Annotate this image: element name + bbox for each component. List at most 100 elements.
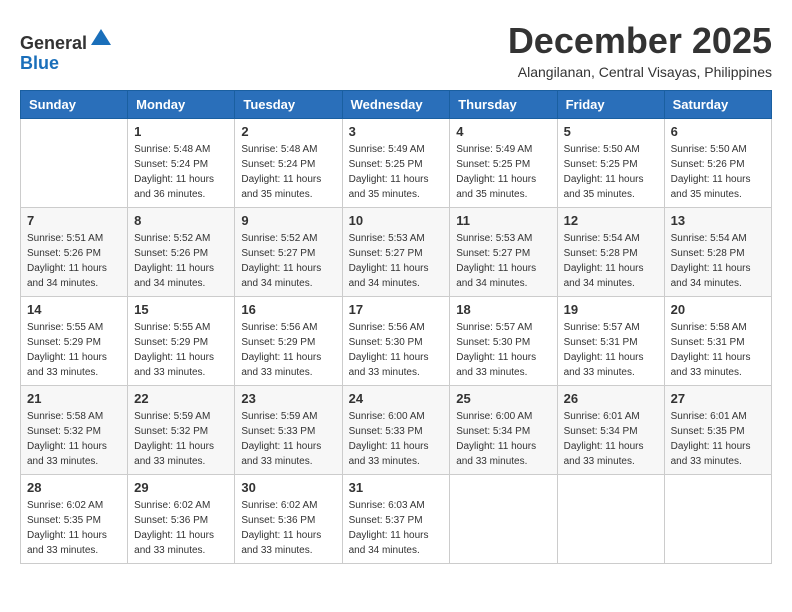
day-cell: 31 Sunrise: 6:03 AMSunset: 5:37 PMDaylig… — [342, 475, 450, 564]
week-row-1: 1 Sunrise: 5:48 AMSunset: 5:24 PMDayligh… — [21, 119, 772, 208]
day-info: Sunrise: 5:48 AMSunset: 5:24 PMDaylight:… — [241, 142, 335, 202]
day-number: 12 — [564, 213, 658, 228]
day-cell: 4 Sunrise: 5:49 AMSunset: 5:25 PMDayligh… — [450, 119, 557, 208]
day-info: Sunrise: 5:56 AMSunset: 5:30 PMDaylight:… — [349, 320, 444, 380]
day-info: Sunrise: 5:58 AMSunset: 5:31 PMDaylight:… — [671, 320, 765, 380]
day-cell: 16 Sunrise: 5:56 AMSunset: 5:29 PMDaylig… — [235, 297, 342, 386]
col-sunday: Sunday — [21, 91, 128, 119]
day-cell: 18 Sunrise: 5:57 AMSunset: 5:30 PMDaylig… — [450, 297, 557, 386]
day-number: 13 — [671, 213, 765, 228]
day-number: 27 — [671, 391, 765, 406]
day-cell: 17 Sunrise: 5:56 AMSunset: 5:30 PMDaylig… — [342, 297, 450, 386]
day-cell: 23 Sunrise: 5:59 AMSunset: 5:33 PMDaylig… — [235, 386, 342, 475]
day-info: Sunrise: 5:50 AMSunset: 5:26 PMDaylight:… — [671, 142, 765, 202]
day-number: 7 — [27, 213, 121, 228]
day-info: Sunrise: 5:57 AMSunset: 5:30 PMDaylight:… — [456, 320, 550, 380]
day-cell: 22 Sunrise: 5:59 AMSunset: 5:32 PMDaylig… — [128, 386, 235, 475]
header-row: Sunday Monday Tuesday Wednesday Thursday… — [21, 91, 772, 119]
day-cell: 28 Sunrise: 6:02 AMSunset: 5:35 PMDaylig… — [21, 475, 128, 564]
week-row-3: 14 Sunrise: 5:55 AMSunset: 5:29 PMDaylig… — [21, 297, 772, 386]
day-info: Sunrise: 5:52 AMSunset: 5:26 PMDaylight:… — [134, 231, 228, 291]
col-friday: Friday — [557, 91, 664, 119]
location-subtitle: Alangilanan, Central Visayas, Philippine… — [508, 64, 772, 80]
day-number: 8 — [134, 213, 228, 228]
day-number: 24 — [349, 391, 444, 406]
day-cell: 3 Sunrise: 5:49 AMSunset: 5:25 PMDayligh… — [342, 119, 450, 208]
day-info: Sunrise: 5:49 AMSunset: 5:25 PMDaylight:… — [349, 142, 444, 202]
day-info: Sunrise: 5:56 AMSunset: 5:29 PMDaylight:… — [241, 320, 335, 380]
title-block: December 2025 Alangilanan, Central Visay… — [508, 20, 772, 80]
day-info: Sunrise: 5:50 AMSunset: 5:25 PMDaylight:… — [564, 142, 658, 202]
week-row-5: 28 Sunrise: 6:02 AMSunset: 5:35 PMDaylig… — [21, 475, 772, 564]
day-number: 31 — [349, 480, 444, 495]
day-info: Sunrise: 5:55 AMSunset: 5:29 PMDaylight:… — [27, 320, 121, 380]
day-info: Sunrise: 5:54 AMSunset: 5:28 PMDaylight:… — [671, 231, 765, 291]
day-number: 21 — [27, 391, 121, 406]
day-number: 14 — [27, 302, 121, 317]
day-info: Sunrise: 6:01 AMSunset: 5:34 PMDaylight:… — [564, 409, 658, 469]
day-number: 25 — [456, 391, 550, 406]
day-cell — [450, 475, 557, 564]
calendar-table: Sunday Monday Tuesday Wednesday Thursday… — [20, 90, 772, 564]
day-cell: 7 Sunrise: 5:51 AMSunset: 5:26 PMDayligh… — [21, 208, 128, 297]
day-cell: 15 Sunrise: 5:55 AMSunset: 5:29 PMDaylig… — [128, 297, 235, 386]
day-number: 3 — [349, 124, 444, 139]
day-cell: 1 Sunrise: 5:48 AMSunset: 5:24 PMDayligh… — [128, 119, 235, 208]
day-number: 9 — [241, 213, 335, 228]
day-number: 10 — [349, 213, 444, 228]
day-number: 30 — [241, 480, 335, 495]
col-thursday: Thursday — [450, 91, 557, 119]
day-number: 29 — [134, 480, 228, 495]
week-row-4: 21 Sunrise: 5:58 AMSunset: 5:32 PMDaylig… — [21, 386, 772, 475]
day-cell: 30 Sunrise: 6:02 AMSunset: 5:36 PMDaylig… — [235, 475, 342, 564]
day-number: 18 — [456, 302, 550, 317]
day-number: 17 — [349, 302, 444, 317]
day-number: 15 — [134, 302, 228, 317]
day-number: 23 — [241, 391, 335, 406]
day-info: Sunrise: 5:59 AMSunset: 5:33 PMDaylight:… — [241, 409, 335, 469]
logo-blue: Blue — [20, 53, 59, 73]
day-number: 5 — [564, 124, 658, 139]
day-info: Sunrise: 6:00 AMSunset: 5:33 PMDaylight:… — [349, 409, 444, 469]
day-number: 6 — [671, 124, 765, 139]
day-cell: 12 Sunrise: 5:54 AMSunset: 5:28 PMDaylig… — [557, 208, 664, 297]
day-number: 19 — [564, 302, 658, 317]
day-cell: 21 Sunrise: 5:58 AMSunset: 5:32 PMDaylig… — [21, 386, 128, 475]
day-info: Sunrise: 5:48 AMSunset: 5:24 PMDaylight:… — [134, 142, 228, 202]
col-tuesday: Tuesday — [235, 91, 342, 119]
day-number: 28 — [27, 480, 121, 495]
logo-icon — [89, 25, 113, 49]
day-cell: 11 Sunrise: 5:53 AMSunset: 5:27 PMDaylig… — [450, 208, 557, 297]
day-cell — [557, 475, 664, 564]
day-cell — [664, 475, 771, 564]
day-number: 22 — [134, 391, 228, 406]
day-cell: 20 Sunrise: 5:58 AMSunset: 5:31 PMDaylig… — [664, 297, 771, 386]
day-cell: 29 Sunrise: 6:02 AMSunset: 5:36 PMDaylig… — [128, 475, 235, 564]
day-info: Sunrise: 5:49 AMSunset: 5:25 PMDaylight:… — [456, 142, 550, 202]
col-wednesday: Wednesday — [342, 91, 450, 119]
day-info: Sunrise: 5:52 AMSunset: 5:27 PMDaylight:… — [241, 231, 335, 291]
day-info: Sunrise: 5:57 AMSunset: 5:31 PMDaylight:… — [564, 320, 658, 380]
day-info: Sunrise: 5:54 AMSunset: 5:28 PMDaylight:… — [564, 231, 658, 291]
day-cell: 14 Sunrise: 5:55 AMSunset: 5:29 PMDaylig… — [21, 297, 128, 386]
logo-general: General — [20, 33, 87, 53]
week-row-2: 7 Sunrise: 5:51 AMSunset: 5:26 PMDayligh… — [21, 208, 772, 297]
day-cell: 25 Sunrise: 6:00 AMSunset: 5:34 PMDaylig… — [450, 386, 557, 475]
day-cell: 6 Sunrise: 5:50 AMSunset: 5:26 PMDayligh… — [664, 119, 771, 208]
day-number: 20 — [671, 302, 765, 317]
day-cell: 24 Sunrise: 6:00 AMSunset: 5:33 PMDaylig… — [342, 386, 450, 475]
day-cell: 9 Sunrise: 5:52 AMSunset: 5:27 PMDayligh… — [235, 208, 342, 297]
day-cell: 26 Sunrise: 6:01 AMSunset: 5:34 PMDaylig… — [557, 386, 664, 475]
day-info: Sunrise: 6:02 AMSunset: 5:36 PMDaylight:… — [241, 498, 335, 558]
day-info: Sunrise: 6:03 AMSunset: 5:37 PMDaylight:… — [349, 498, 444, 558]
page-header: General Blue December 2025 Alangilanan, … — [20, 20, 772, 80]
day-cell: 19 Sunrise: 5:57 AMSunset: 5:31 PMDaylig… — [557, 297, 664, 386]
day-info: Sunrise: 6:01 AMSunset: 5:35 PMDaylight:… — [671, 409, 765, 469]
day-info: Sunrise: 5:51 AMSunset: 5:26 PMDaylight:… — [27, 231, 121, 291]
col-monday: Monday — [128, 91, 235, 119]
day-cell: 8 Sunrise: 5:52 AMSunset: 5:26 PMDayligh… — [128, 208, 235, 297]
day-info: Sunrise: 6:00 AMSunset: 5:34 PMDaylight:… — [456, 409, 550, 469]
day-cell: 5 Sunrise: 5:50 AMSunset: 5:25 PMDayligh… — [557, 119, 664, 208]
day-info: Sunrise: 5:59 AMSunset: 5:32 PMDaylight:… — [134, 409, 228, 469]
logo: General Blue — [20, 25, 113, 74]
